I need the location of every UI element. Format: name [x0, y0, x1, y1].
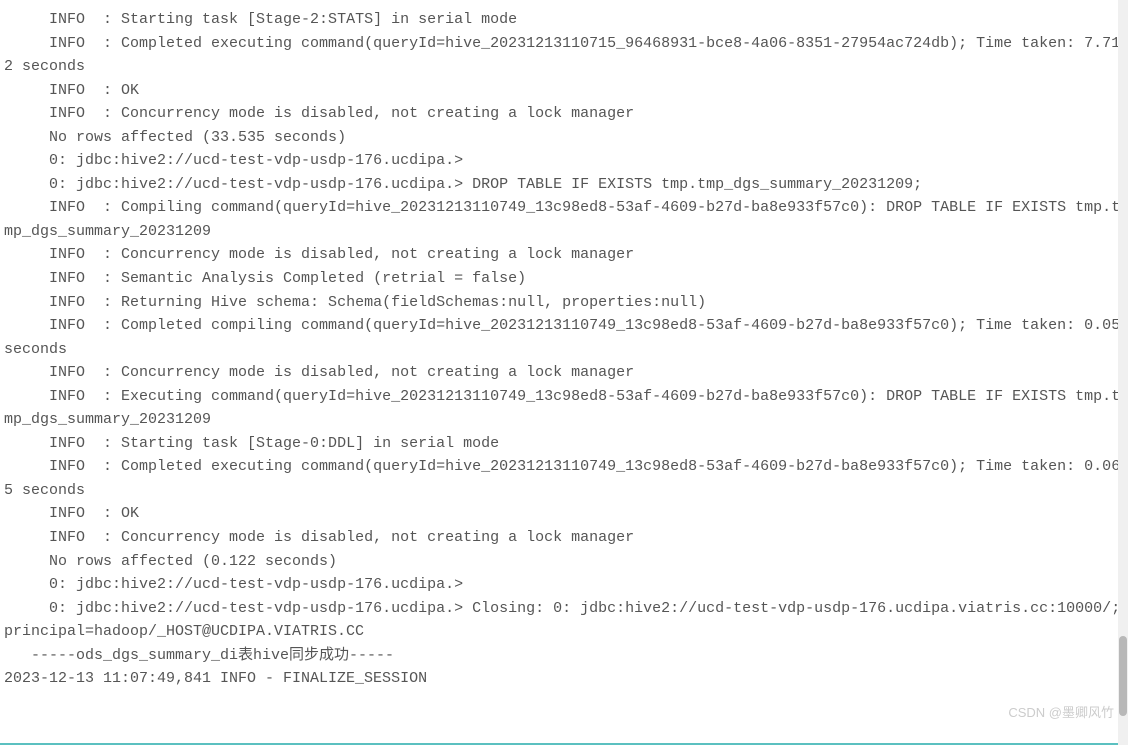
log-line: INFO : Completed compiling command(query… [4, 314, 1128, 361]
log-line: 0: jdbc:hive2://ucd-test-vdp-usdp-176.uc… [4, 149, 1128, 173]
watermark-text: CSDN @墨卿风竹 [1008, 703, 1114, 723]
log-line: -----ods_dgs_summary_di表hive同步成功----- [4, 644, 1128, 668]
log-line: INFO : OK [4, 502, 1128, 526]
log-line: INFO : Completed executing command(query… [4, 32, 1128, 79]
log-line: INFO : Starting task [Stage-0:DDL] in se… [4, 432, 1128, 456]
log-line: INFO : Starting task [Stage-2:STATS] in … [4, 8, 1128, 32]
log-line: No rows affected (0.122 seconds) [4, 550, 1128, 574]
log-line: INFO : Compiling command(queryId=hive_20… [4, 196, 1128, 243]
log-line: INFO : OK [4, 79, 1128, 103]
log-line: INFO : Concurrency mode is disabled, not… [4, 243, 1128, 267]
scrollbar-track[interactable] [1118, 0, 1128, 745]
log-line: 2023-12-13 11:07:49,841 INFO - FINALIZE_… [4, 667, 1128, 691]
log-line: 0: jdbc:hive2://ucd-test-vdp-usdp-176.uc… [4, 573, 1128, 597]
log-line: 0: jdbc:hive2://ucd-test-vdp-usdp-176.uc… [4, 173, 1128, 197]
log-line: INFO : Completed executing command(query… [4, 455, 1128, 502]
scrollbar-thumb[interactable] [1119, 636, 1127, 716]
log-line: INFO : Semantic Analysis Completed (retr… [4, 267, 1128, 291]
log-line: INFO : Concurrency mode is disabled, not… [4, 361, 1128, 385]
log-line: INFO : Concurrency mode is disabled, not… [4, 526, 1128, 550]
log-line: No rows affected (33.535 seconds) [4, 126, 1128, 150]
log-output: INFO : Starting task [Stage-2:STATS] in … [4, 8, 1128, 691]
log-line: INFO : Executing command(queryId=hive_20… [4, 385, 1128, 432]
log-line: INFO : Returning Hive schema: Schema(fie… [4, 291, 1128, 315]
log-line: 0: jdbc:hive2://ucd-test-vdp-usdp-176.uc… [4, 597, 1128, 644]
log-line: INFO : Concurrency mode is disabled, not… [4, 102, 1128, 126]
